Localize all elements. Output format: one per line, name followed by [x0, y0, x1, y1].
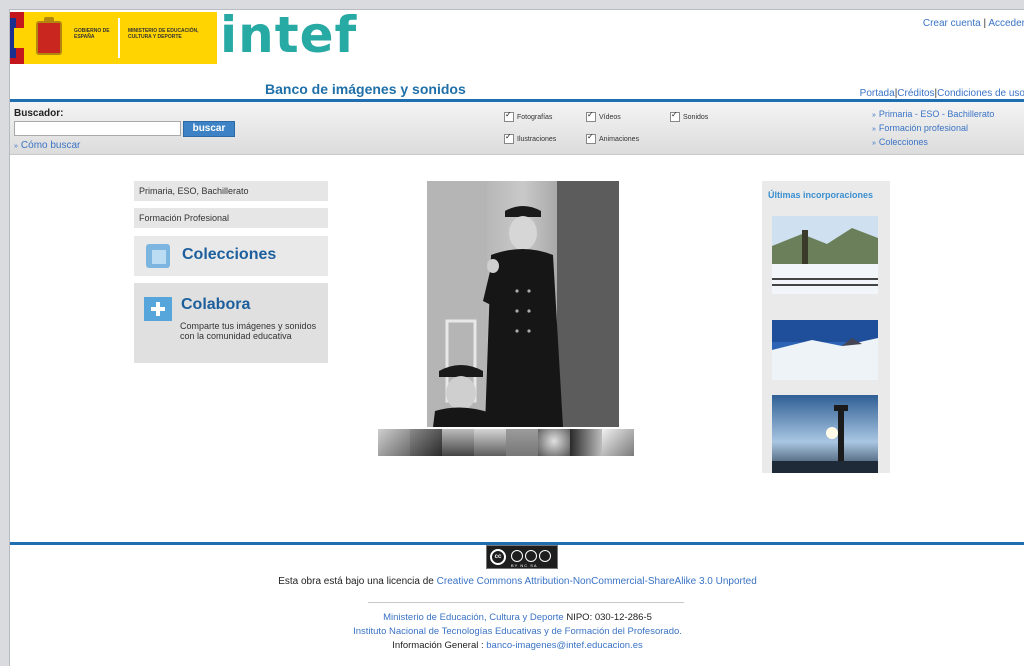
thumbnail[interactable] — [634, 429, 666, 456]
sa-icon — [539, 550, 551, 562]
latest-image-1[interactable] — [772, 216, 878, 294]
nipo: NIPO: 030-12-286-5 — [566, 612, 652, 623]
institute-link[interactable]: Instituto Nacional de Tecnologías Educat… — [10, 626, 1024, 637]
filter-videos[interactable]: Vídeos — [586, 110, 621, 122]
license-text: Esta obra está bajo una licencia de Crea… — [278, 576, 757, 587]
thumbnail[interactable] — [442, 429, 474, 456]
nav-portada[interactable]: Portada — [860, 88, 895, 99]
login-link[interactable]: Acceder — [988, 18, 1024, 29]
link-colecciones[interactable]: » Colecciones — [872, 136, 994, 150]
search-bar: Buscador: buscar »Cómo buscar Fotografía… — [10, 102, 1024, 155]
checkbox-icon — [586, 110, 596, 122]
creative-commons-badge[interactable]: cc BY NC SA — [486, 545, 558, 569]
thumbnail-strip — [378, 429, 666, 456]
nav-condiciones[interactable]: Condiciones de uso — [937, 88, 1024, 99]
coat-of-arms-icon — [36, 17, 62, 55]
search-button[interactable]: buscar — [183, 121, 235, 137]
plus-icon — [144, 297, 172, 321]
bullet-arrow-icon: » — [872, 140, 876, 147]
nc-icon — [525, 550, 537, 562]
thumbnail[interactable] — [570, 429, 602, 456]
footer-separator — [368, 602, 684, 603]
thumbnail[interactable] — [378, 429, 410, 456]
create-account-link[interactable]: Crear cuenta — [923, 18, 981, 29]
latest-image-3[interactable] — [772, 395, 878, 473]
header: GOBIERNO DE ESPAÑA MINISTERIO DE EDUCACI… — [10, 10, 1024, 102]
ministry-line: Ministerio de Educación, Cultura y Depor… — [10, 612, 1024, 623]
ministry-link[interactable]: Ministerio de Educación, Cultura y Depor… — [383, 612, 564, 623]
link-primaria[interactable]: » Primaria - ESO - Bachillerato — [872, 108, 994, 122]
nav-creditos[interactable]: Créditos — [897, 88, 934, 99]
checkbox-icon — [504, 132, 514, 144]
ministry-label: MINISTERIO DE EDUCACIÓN, CULTURA Y DEPOR… — [128, 28, 199, 40]
colabora-label: Colabora — [181, 296, 251, 313]
collection-icon — [146, 244, 170, 268]
eu-flag-icon — [10, 12, 24, 64]
checkbox-icon — [504, 110, 514, 122]
page: GOBIERNO DE ESPAÑA MINISTERIO DE EDUCACI… — [9, 9, 1024, 666]
bullet-arrow-icon: » — [14, 143, 18, 150]
menu-formacion-profesional[interactable]: Formación Profesional — [134, 208, 328, 228]
thumbnail[interactable] — [506, 429, 538, 456]
thumbnail[interactable] — [602, 429, 634, 456]
cc-caption: BY NC SA — [511, 563, 538, 568]
how-to-search-link[interactable]: » Cómo buscar — [14, 140, 80, 151]
latest-additions-panel: Últimas incorporaciones — [762, 181, 890, 473]
search-label: Buscador: — [14, 108, 64, 119]
intef-logo[interactable]: intef — [220, 10, 357, 64]
filter-animaciones[interactable]: Animaciones — [586, 132, 639, 144]
government-logo[interactable]: GOBIERNO DE ESPAÑA MINISTERIO DE EDUCACI… — [10, 12, 217, 64]
colabora-description: Comparte tus imágenes y sonidos con la c… — [180, 321, 317, 341]
thumbnail[interactable] — [474, 429, 506, 456]
contact-line: Información General : banco-imagenes@int… — [392, 640, 643, 651]
menu-primaria-eso[interactable]: Primaria, ESO, Bachillerato — [134, 181, 328, 201]
latest-image-2[interactable] — [772, 320, 878, 380]
thumbnail[interactable] — [410, 429, 442, 456]
account-links: Crear cuenta | Acceder — [922, 18, 1024, 29]
search-input[interactable] — [14, 121, 181, 136]
section-links: » Primaria - ESO - Bachillerato » Formació… — [872, 108, 994, 150]
link-formacion[interactable]: » Formación profesional — [872, 122, 994, 136]
filter-sonidos[interactable]: Sonidos — [670, 110, 708, 122]
site-title: Banco de imágenes y sonidos — [265, 81, 466, 97]
checkbox-icon — [670, 110, 680, 122]
thumbnail[interactable] — [538, 429, 570, 456]
email-link[interactable]: banco-imagenes@intef.educacion.es — [486, 640, 642, 651]
cc-icon: cc — [490, 549, 506, 565]
license-link[interactable]: Creative Commons Attribution-NonCommerci… — [437, 576, 757, 587]
top-nav: Portada|Créditos|Condiciones de uso — [859, 88, 1024, 99]
filter-ilustraciones[interactable]: Ilustraciones — [504, 132, 556, 144]
gov-label: GOBIERNO DE ESPAÑA — [74, 28, 110, 40]
by-icon — [511, 550, 523, 562]
colabora-button[interactable]: Colabora Comparte tus imágenes y sonidos… — [134, 283, 328, 363]
colecciones-button[interactable]: Colecciones — [134, 236, 328, 276]
bullet-arrow-icon: » — [872, 126, 876, 133]
bullet-arrow-icon: » — [872, 112, 876, 119]
featured-photo[interactable] — [427, 181, 619, 427]
colecciones-label: Colecciones — [182, 246, 277, 263]
filter-fotografias[interactable]: Fotografías — [504, 110, 552, 122]
latest-additions-heading: Últimas incorporaciones — [768, 190, 874, 200]
checkbox-icon — [586, 132, 596, 144]
